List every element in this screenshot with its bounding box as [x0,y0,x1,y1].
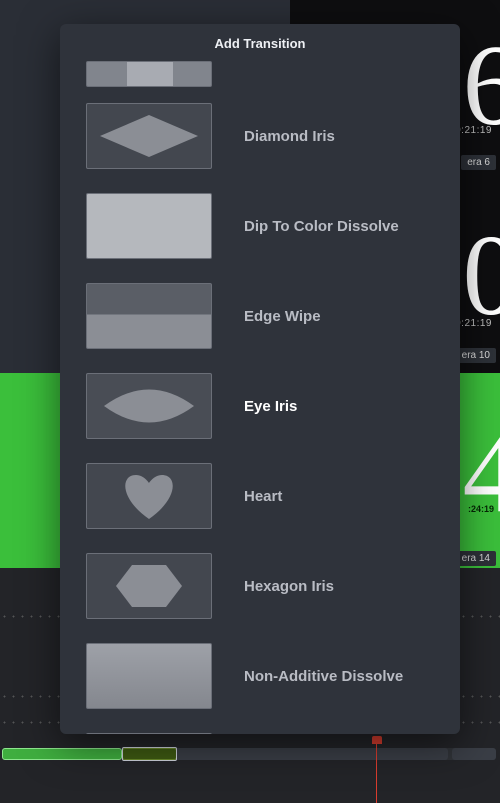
non-additive-dissolve-icon [86,643,212,709]
hexagon-iris-icon [86,553,212,619]
dip-to-color-icon [86,193,212,259]
eye-iris-icon [86,373,212,439]
list-item[interactable] [86,61,434,91]
list-item-edge-wipe[interactable]: Edge Wipe [86,271,434,361]
list-item-dip-to-color[interactable]: Dip To Color Dissolve [86,181,434,271]
list-item-eye-iris[interactable]: Eye Iris [86,361,434,451]
list-item-heart[interactable]: Heart [86,451,434,541]
transition-label: Diamond Iris [244,128,335,145]
list-item-hexagon-iris[interactable]: Hexagon Iris [86,541,434,631]
transition-thumbnail [86,61,212,87]
popover-title: Add Transition [60,24,460,61]
camera-label: era 10 [456,348,496,363]
mini-clip-empty [177,748,448,760]
camera-label: era 14 [456,551,496,566]
timecode-label: :24:19 [468,504,494,514]
transition-thumbnail [86,733,212,734]
mini-clip[interactable] [2,748,122,760]
transition-label: Dip To Color Dissolve [244,218,399,235]
diamond-iris-icon [86,103,212,169]
timecode-label: 0:21:19 [455,318,492,329]
list-item-non-additive-dissolve[interactable]: Non-Additive Dissolve [86,631,434,721]
playhead[interactable] [376,740,377,803]
list-item-diamond-iris[interactable]: Diamond Iris [86,91,434,181]
slate-number: 0 [463,218,500,333]
transition-label: Non-Additive Dissolve [244,668,403,685]
transition-list[interactable]: Diamond Iris Dip To Color Dissolve Edge … [60,61,460,734]
transition-label: Edge Wipe [244,308,321,325]
mini-timeline[interactable] [2,748,496,760]
add-transition-popover: Add Transition Diamond Iris Dip To Color… [60,24,460,734]
transition-label: Hexagon Iris [244,578,334,595]
mini-clip-empty [452,748,496,760]
viewport-indicator[interactable] [122,747,177,761]
timecode-label: 0:21:19 [455,125,492,136]
list-item[interactable] [86,721,434,734]
camera-label: era 6 [461,155,496,170]
edge-wipe-icon [86,283,212,349]
transition-label: Eye Iris [244,398,297,415]
transition-label: Heart [244,488,282,505]
heart-icon [86,463,212,529]
